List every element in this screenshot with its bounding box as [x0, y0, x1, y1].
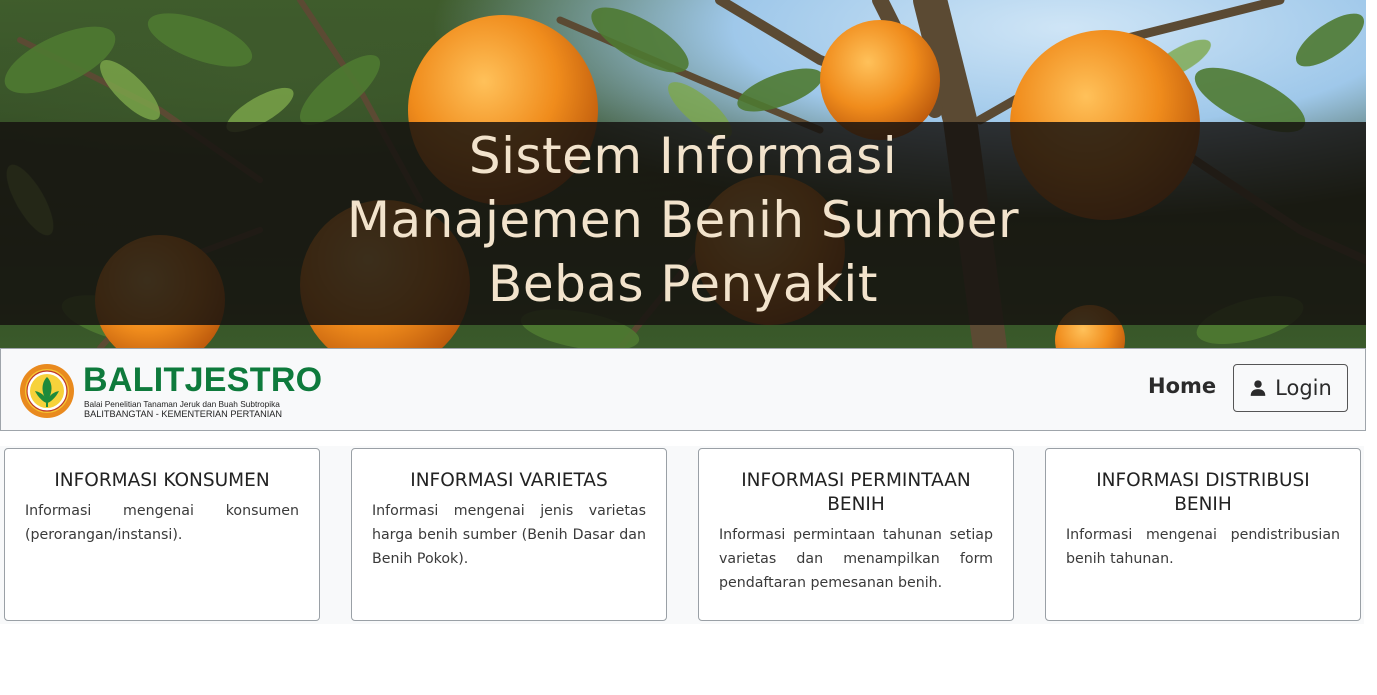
card-text: Informasi permintaan tahunan setiap vari… — [719, 527, 993, 591]
card-title: INFORMASI VARIETAS — [410, 470, 608, 491]
navbar: BALITJESTRO Balai Penelitian Tanaman Jer… — [0, 348, 1366, 431]
login-button[interactable]: Login — [1233, 364, 1348, 412]
hero-title-line: Manajemen Benih Sumber — [346, 191, 1020, 249]
card-informasi-konsumen[interactable]: INFORMASI KONSUMEN Informasi mengenai ko… — [4, 448, 320, 621]
logo-name: BALITJESTRO — [83, 361, 323, 399]
login-label: Login — [1275, 376, 1332, 400]
card-text: Informasi mengenai konsumen (perorangan/… — [25, 503, 299, 543]
card-informasi-distribusi-benih[interactable]: INFORMASI DISTRIBUSI BENIH Informasi men… — [1045, 448, 1361, 621]
hero-title-line: Sistem Informasi — [468, 127, 898, 185]
nav-home-link[interactable]: Home — [1148, 374, 1216, 398]
hero-banner: Sistem Informasi Manajemen Benih Sumber … — [0, 0, 1366, 348]
balitbangtan-emblem-icon — [20, 364, 74, 418]
user-icon — [1250, 380, 1266, 396]
logo-subtitle-ministry: BALITBANGTAN - KEMENTERIAN PERTANIAN — [84, 409, 283, 419]
site-logo[interactable]: BALITJESTRO Balai Penelitian Tanaman Jer… — [17, 360, 322, 420]
logo-subtitle: Balai Penelitian Tanaman Jeruk dan Buah … — [84, 399, 280, 409]
card-informasi-varietas[interactable]: INFORMASI VARIETAS Informasi mengenai je… — [351, 448, 667, 621]
card-informasi-permintaan-benih[interactable]: INFORMASI PERMINTAAN BENIH Informasi per… — [698, 448, 1014, 621]
hero-title: Sistem Informasi Manajemen Benih Sumber … — [0, 124, 1366, 316]
card-text: Informasi mengenai pendistribusian benih… — [1066, 527, 1340, 567]
card-title: INFORMASI DISTRIBUSI BENIH — [1096, 470, 1310, 515]
card-text: Informasi mengenai jenis varietas harga … — [372, 503, 646, 567]
hero-title-line: Bebas Penyakit — [488, 255, 878, 313]
card-title: INFORMASI KONSUMEN — [54, 470, 270, 491]
card-title: INFORMASI PERMINTAAN BENIH — [741, 470, 971, 515]
